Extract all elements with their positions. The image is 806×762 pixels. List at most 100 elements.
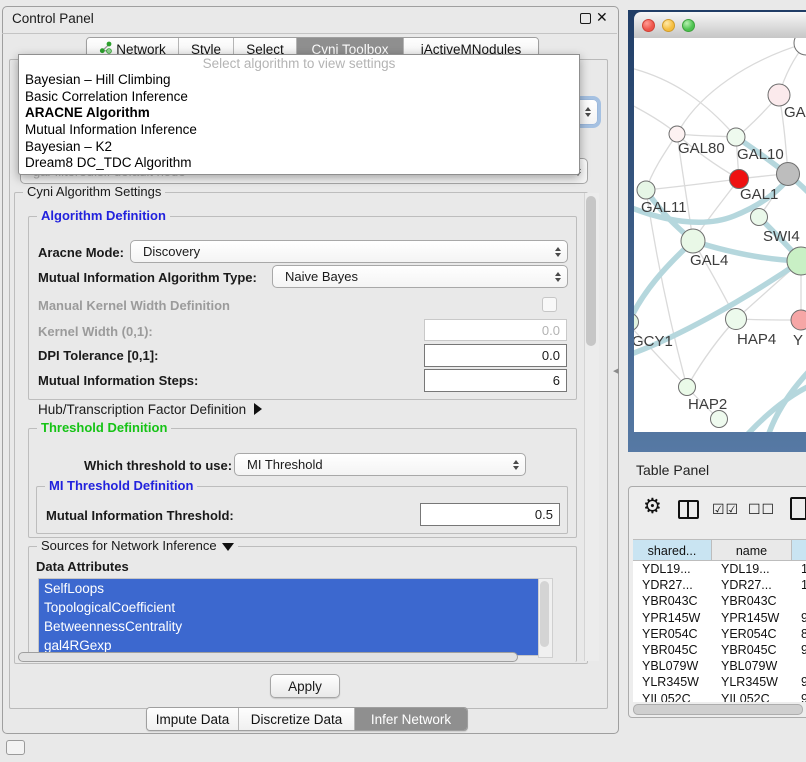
network-node[interactable] (791, 310, 806, 330)
which-threshold-combo[interactable]: MI Threshold (234, 453, 526, 476)
tab-discretize-data[interactable]: Discretize Data (239, 708, 355, 730)
gear-icon[interactable]: ⚙ (643, 494, 662, 519)
algorithm-option[interactable]: Bayesian – K2 (19, 139, 579, 156)
algorithm-option[interactable]: Mutual Information Inference (19, 122, 579, 139)
table-cell[interactable]: YLR345W (633, 674, 712, 690)
manual-kernel-width-checkbox[interactable] (542, 297, 557, 312)
network-node[interactable] (681, 229, 705, 253)
table-cell[interactable]: YBR043C (712, 593, 792, 609)
table-row[interactable]: YBR043CYBR043C (633, 593, 806, 609)
minimized-window-icon[interactable] (6, 740, 25, 755)
settings-scrollbar-thumb[interactable] (586, 196, 596, 346)
table-cell[interactable]: YPR145W (633, 610, 712, 626)
table-hscrollbar-thumb[interactable] (633, 704, 803, 715)
table-row[interactable]: YER054CYER054C8. (633, 626, 806, 642)
table-cell[interactable]: YER054C (633, 626, 712, 642)
network-canvas[interactable]: GALGAL80GAL10GAL1GAL11SWI4GAL4GCY1HAP4YH… (634, 38, 806, 432)
table-cell[interactable]: YER054C (712, 626, 792, 642)
table-cell[interactable]: 13 (792, 561, 806, 577)
algorithm-option[interactable]: Dream8 DC_TDC Algorithm (19, 155, 579, 172)
network-node[interactable] (768, 84, 790, 106)
network-node[interactable] (634, 314, 639, 331)
hub-definition-expander[interactable]: Hub/Transcription Factor Definition (38, 402, 262, 417)
network-node[interactable] (751, 209, 768, 226)
network-node[interactable] (679, 379, 696, 396)
data-attribute-item[interactable]: SelfLoops (39, 579, 539, 598)
stepper-arrows-icon (585, 107, 591, 117)
mi-algorithm-type-combo[interactable]: Naive Bayes (272, 265, 568, 288)
table-cell[interactable]: YLR345W (712, 674, 792, 690)
data-attribute-item[interactable]: BetweennessCentrality (39, 617, 539, 636)
tab-infer-network[interactable]: Infer Network (355, 708, 467, 730)
table-cell[interactable]: 8. (792, 626, 806, 642)
table-cell[interactable]: YBL079W (712, 658, 792, 674)
table-cell[interactable]: YDL19... (633, 561, 712, 577)
table-cell[interactable]: YDR27... (633, 577, 712, 593)
network-node[interactable] (637, 181, 655, 199)
deselect-all-icon[interactable]: ☐☐ (748, 501, 775, 518)
close-traffic-light[interactable] (642, 19, 655, 32)
data-attributes-list[interactable]: SelfLoopsTopologicalCoefficientBetweenne… (38, 578, 540, 656)
table-cell[interactable]: YDL19... (712, 561, 792, 577)
table-cell[interactable]: 9. (792, 610, 806, 626)
float-window-icon[interactable] (580, 13, 591, 24)
table-row[interactable]: YIL052CYIL052C9 (633, 691, 806, 703)
table-cell[interactable]: 9. (792, 642, 806, 658)
table-cell[interactable]: 9 (792, 691, 806, 703)
table-cell[interactable]: YBR045C (633, 642, 712, 658)
control-panel-titlebar[interactable] (2, 6, 617, 34)
table-cell[interactable]: 12 (792, 577, 806, 593)
table-cell[interactable]: YIL052C (712, 691, 792, 703)
table-row[interactable]: YPR145WYPR145W9. (633, 610, 806, 626)
network-node[interactable] (711, 411, 728, 428)
network-edge (634, 66, 736, 137)
table-row[interactable]: YBR045CYBR045C9. (633, 642, 806, 658)
tab-impute-data[interactable]: Impute Data (147, 708, 239, 730)
data-attribute-item[interactable]: TopologicalCoefficient (39, 598, 539, 617)
table-column-header[interactable]: A (792, 539, 806, 561)
table-row[interactable]: YDR27...YDR27...12 (633, 577, 806, 593)
apply-button[interactable]: Apply (270, 674, 340, 698)
table-cell[interactable]: YBR043C (633, 593, 712, 609)
table-cell[interactable] (792, 593, 806, 609)
document-icon[interactable] (790, 497, 806, 520)
table-column-header[interactable]: name (712, 539, 792, 561)
table-cell[interactable]: YDR27... (712, 577, 792, 593)
sources-title[interactable]: Sources for Network Inference (37, 538, 238, 553)
algorithm-option[interactable]: Bayesian – Hill Climbing (19, 72, 579, 89)
aracne-mode-combo[interactable]: Discovery (130, 240, 568, 263)
minimize-traffic-light[interactable] (662, 19, 675, 32)
zoom-traffic-light[interactable] (682, 19, 695, 32)
table-cell[interactable]: YBR045C (712, 642, 792, 658)
table-cell[interactable]: YBL079W (633, 658, 712, 674)
network-node[interactable] (794, 38, 806, 55)
attributes-scrollbar-thumb[interactable] (540, 581, 549, 647)
dpi-tolerance-field[interactable]: 0.0 (424, 344, 567, 367)
manual-kernel-width-label: Manual Kernel Width Definition (38, 298, 230, 313)
table-column-header[interactable]: shared... (633, 539, 712, 561)
network-node[interactable] (726, 309, 747, 330)
table-row[interactable]: YBL079WYBL079W (633, 658, 806, 674)
table-cell[interactable]: YPR145W (712, 610, 792, 626)
table-cell[interactable] (792, 658, 806, 674)
table-cell[interactable]: YIL052C (633, 691, 712, 703)
table-row[interactable]: YLR345WYLR345W9. (633, 674, 806, 690)
panel-splitter-handle[interactable]: ◂ (613, 364, 619, 377)
network-node[interactable] (727, 128, 745, 146)
kernel-width-field[interactable]: 0.0 (424, 319, 567, 341)
node-table[interactable]: shared...nameAYDL19...YDL19...13YDR27...… (633, 539, 806, 702)
mi-algorithm-type-label: Mutual Information Algorithm Type: (38, 270, 257, 285)
select-all-icon[interactable]: ☑☑ (712, 501, 739, 518)
algorithm-option[interactable]: Basic Correlation Inference (19, 89, 579, 106)
table-row[interactable]: YDL19...YDL19...13 (633, 561, 806, 577)
split-columns-icon[interactable] (678, 500, 699, 519)
close-icon[interactable]: ✕ (596, 9, 608, 26)
algorithm-option[interactable]: ARACNE Algorithm (19, 105, 579, 122)
network-window-titlebar[interactable] (634, 12, 806, 39)
mi-threshold-field[interactable]: 0.5 (420, 503, 560, 526)
table-cell[interactable]: 9. (792, 674, 806, 690)
mi-steps-field[interactable]: 6 (424, 369, 567, 392)
settings-hscrollbar-thumb[interactable] (18, 652, 518, 662)
network-node[interactable] (777, 163, 800, 186)
network-node-label: GAL1 (740, 186, 778, 203)
